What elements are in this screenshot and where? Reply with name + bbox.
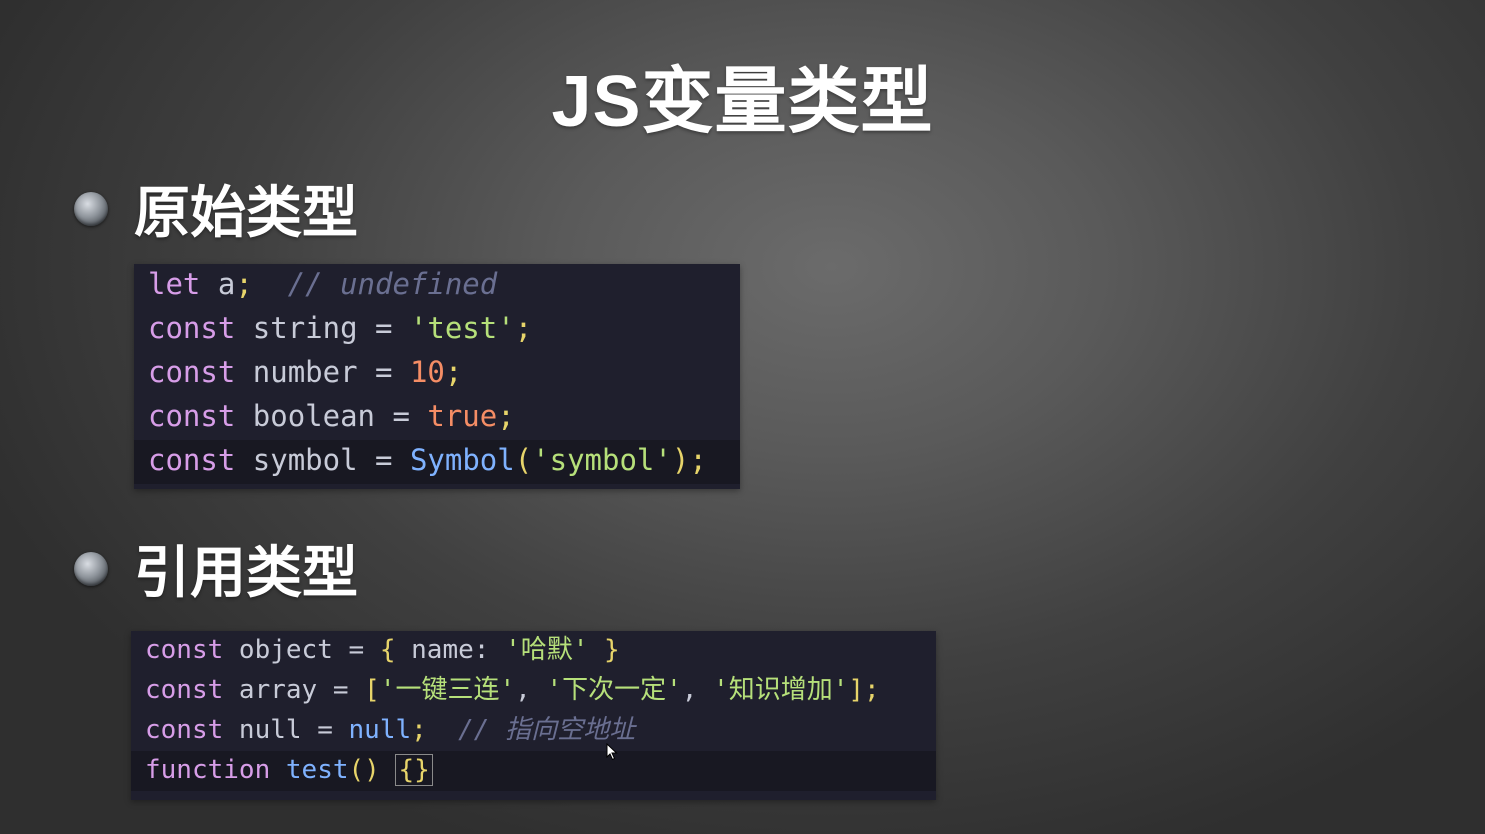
- code-token: ;: [235, 267, 253, 301]
- code-token: null: [223, 715, 318, 745]
- code-line: const symbol = Symbol('symbol');: [134, 440, 740, 484]
- code-token: array: [223, 675, 333, 705]
- code-token: string: [235, 311, 375, 345]
- code-token: =: [348, 635, 365, 665]
- code-line: const array = ['一键三连', '下次一定', '知识增加'];: [131, 671, 936, 711]
- code-token: ,: [515, 675, 547, 705]
- code-token: 'symbol': [532, 443, 672, 477]
- code-token: =: [392, 399, 410, 433]
- circle-bullet-icon: [74, 551, 108, 586]
- code-line: const object = { name: '哈默' }: [131, 631, 936, 671]
- code-token: const: [148, 355, 236, 389]
- code-token: function: [145, 755, 271, 785]
- code-token: test: [285, 755, 349, 785]
- code-token: boolean: [235, 399, 393, 433]
- code-token: 'test': [392, 311, 515, 345]
- code-line: let a; // undefined: [134, 264, 740, 308]
- code-token: (: [514, 443, 533, 477]
- code-token: =: [375, 311, 393, 345]
- code-token: symbol: [235, 443, 375, 477]
- code-token: ,: [681, 675, 714, 705]
- code-token: ;: [411, 715, 427, 745]
- slide-title: JS变量类型: [551, 62, 934, 142]
- code-line: const number = 10;: [134, 352, 740, 396]
- code-token: {: [379, 635, 396, 665]
- code-line: const string = 'test';: [134, 308, 740, 352]
- code-token: '一键三连': [379, 675, 516, 705]
- code-token: [: [364, 675, 380, 705]
- code-token: '知识增加': [713, 675, 849, 705]
- code-token: =: [317, 715, 333, 745]
- code-token: // undefined: [287, 267, 498, 301]
- code-block-primitive-types[interactable]: let a; // undefined const string = 'test'…: [134, 264, 740, 489]
- code-token: ;: [864, 675, 880, 705]
- code-token: const: [148, 443, 236, 477]
- heading-text-reference: 引用类型: [134, 541, 358, 604]
- code-token: ;: [689, 443, 707, 477]
- code-token: a: [200, 267, 236, 301]
- code-token: =: [332, 675, 349, 705]
- code-token: {}: [395, 754, 433, 786]
- code-line: function test() {}: [131, 751, 936, 791]
- code-token: ;: [514, 311, 533, 345]
- code-token: true: [427, 399, 498, 433]
- code-token: 10: [409, 355, 445, 389]
- code-token: ;: [497, 399, 515, 433]
- code-token: Symbol: [409, 443, 515, 477]
- section-heading-reference: 引用类型: [74, 528, 358, 609]
- code-token: (): [348, 755, 380, 785]
- code-token: null: [348, 715, 412, 745]
- code-token: const: [145, 675, 224, 705]
- section-heading-primitive: 原始类型: [74, 168, 358, 249]
- circle-bullet-icon: [74, 191, 108, 226]
- mouse-pointer-icon: [606, 743, 618, 761]
- code-token: ]: [848, 675, 865, 705]
- code-token: name:: [395, 635, 506, 665]
- code-token: number: [235, 355, 375, 389]
- code-token: let: [148, 267, 201, 301]
- code-token: const: [145, 635, 224, 665]
- code-token: '下次一定': [546, 675, 682, 705]
- code-token: =: [375, 443, 393, 477]
- code-token: }: [604, 635, 620, 665]
- code-token: ): [671, 443, 690, 477]
- code-token: const: [148, 311, 236, 345]
- code-token: const: [145, 715, 224, 745]
- code-line: const null = null; // 指向空地址: [131, 711, 936, 751]
- code-token: object: [223, 635, 349, 665]
- heading-text-primitive: 原始类型: [134, 181, 358, 244]
- code-block-reference-types[interactable]: const object = { name: '哈默' } const array…: [131, 631, 936, 800]
- code-token: // 指向空地址: [458, 715, 636, 745]
- code-token: ;: [444, 355, 463, 389]
- code-token: =: [375, 355, 393, 389]
- code-token: '哈默': [505, 635, 589, 665]
- code-line: const boolean = true;: [134, 396, 740, 440]
- code-token: const: [148, 399, 236, 433]
